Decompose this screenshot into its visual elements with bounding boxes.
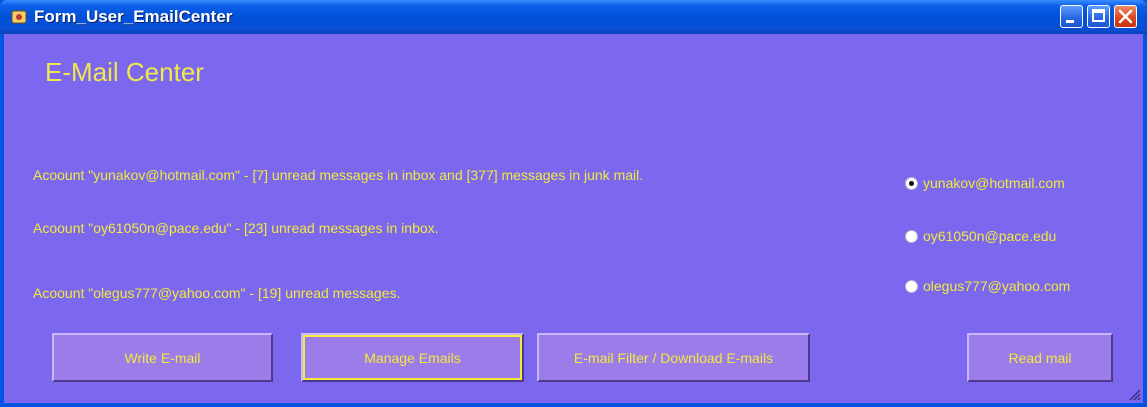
read-mail-button[interactable]: Read mail xyxy=(967,333,1113,382)
resize-grip-icon[interactable] xyxy=(1127,387,1141,401)
radio-unchecked-icon[interactable] xyxy=(905,279,918,293)
account-radio-yunakov[interactable]: yunakov@hotmail.com xyxy=(905,175,1065,191)
close-button[interactable] xyxy=(1114,5,1137,28)
page-title: E-Mail Center xyxy=(45,57,204,87)
title-bar[interactable]: Form_User_EmailCenter xyxy=(0,0,1147,34)
account-status-line: Acoount "olegus777@yahoo.com" - [19] unr… xyxy=(33,285,401,301)
write-email-button[interactable]: Write E-mail xyxy=(52,333,273,382)
app-icon xyxy=(10,8,28,26)
radio-label: oy61050n@pace.edu xyxy=(923,228,1057,244)
close-icon xyxy=(1118,9,1133,24)
account-radio-yahoo[interactable]: olegus777@yahoo.com xyxy=(905,278,1070,294)
window-title: Form_User_EmailCenter xyxy=(34,7,233,26)
minimize-icon xyxy=(1066,20,1074,23)
email-filter-download-button[interactable]: E-mail Filter / Download E-mails xyxy=(537,333,810,382)
radio-unchecked-icon[interactable] xyxy=(905,229,918,243)
radio-checked-icon[interactable] xyxy=(905,176,918,190)
radio-label: olegus777@yahoo.com xyxy=(923,278,1071,294)
maximize-button[interactable] xyxy=(1087,5,1110,28)
account-status-line: Acoount "yunakov@hotmail.com" - [7] unre… xyxy=(33,167,644,183)
minimize-button[interactable] xyxy=(1060,5,1083,28)
manage-emails-button[interactable]: Manage Emails xyxy=(301,333,524,382)
account-status-line: Acoount "oy61050n@pace.edu" - [23] unrea… xyxy=(33,220,439,236)
maximize-icon xyxy=(1092,9,1105,22)
email-center-window: Form_User_EmailCenter E-Mail Center Acoo… xyxy=(0,0,1147,407)
radio-label: yunakov@hotmail.com xyxy=(923,175,1065,191)
account-radio-pace[interactable]: oy61050n@pace.edu xyxy=(905,228,1056,244)
